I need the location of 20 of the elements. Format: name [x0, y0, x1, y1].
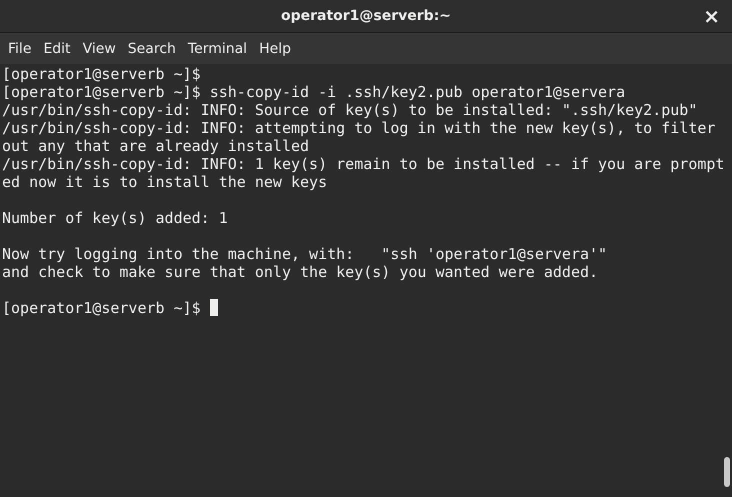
close-button[interactable]: × — [699, 4, 724, 28]
terminal-line: [operator1@serverb ~]$ — [2, 65, 201, 83]
window-title: operator1@serverb:~ — [280, 8, 452, 24]
menu-item[interactable]: File — [2, 33, 38, 64]
terminal-line: /usr/bin/ssh-copy-id: INFO: attempting to log in with the new key(s), to filter — [2, 119, 716, 137]
menu-item[interactable]: Help — [253, 33, 297, 64]
terminal-line: [operator1@serverb ~]$ ssh-copy-id -i .ssh/key2.pub operator1@servera — [2, 83, 626, 101]
terminal-line: /usr/bin/ssh-copy-id: INFO: 1 key(s) remain to be installed -- if you are prompt — [2, 155, 724, 173]
terminal-line: [operator1@serverb ~]$ — [2, 299, 202, 317]
menu-item[interactable]: Edit — [37, 33, 77, 64]
menu-item[interactable]: Terminal — [182, 33, 254, 64]
menu-item[interactable]: Search — [122, 33, 182, 64]
terminal-line: and check to make sure that only the key(s) you wanted were added. — [2, 263, 598, 281]
terminal-line: /usr/bin/ssh-copy-id: INFO: Source of key(s) to be installed: ".ssh/key2.pub" — [2, 101, 698, 119]
scrollbar-thumb[interactable] — [724, 457, 730, 487]
terminal-line: Number of key(s) added: 1 — [2, 209, 228, 227]
terminal-line: out any that are already installed — [2, 137, 310, 155]
menu-item[interactable]: View — [76, 33, 122, 64]
terminal-line: ed now it is to install the new keys — [2, 173, 328, 191]
terminal-line: Now try logging into the machine, with: "ssh 'operator1@servera'" — [2, 245, 608, 263]
